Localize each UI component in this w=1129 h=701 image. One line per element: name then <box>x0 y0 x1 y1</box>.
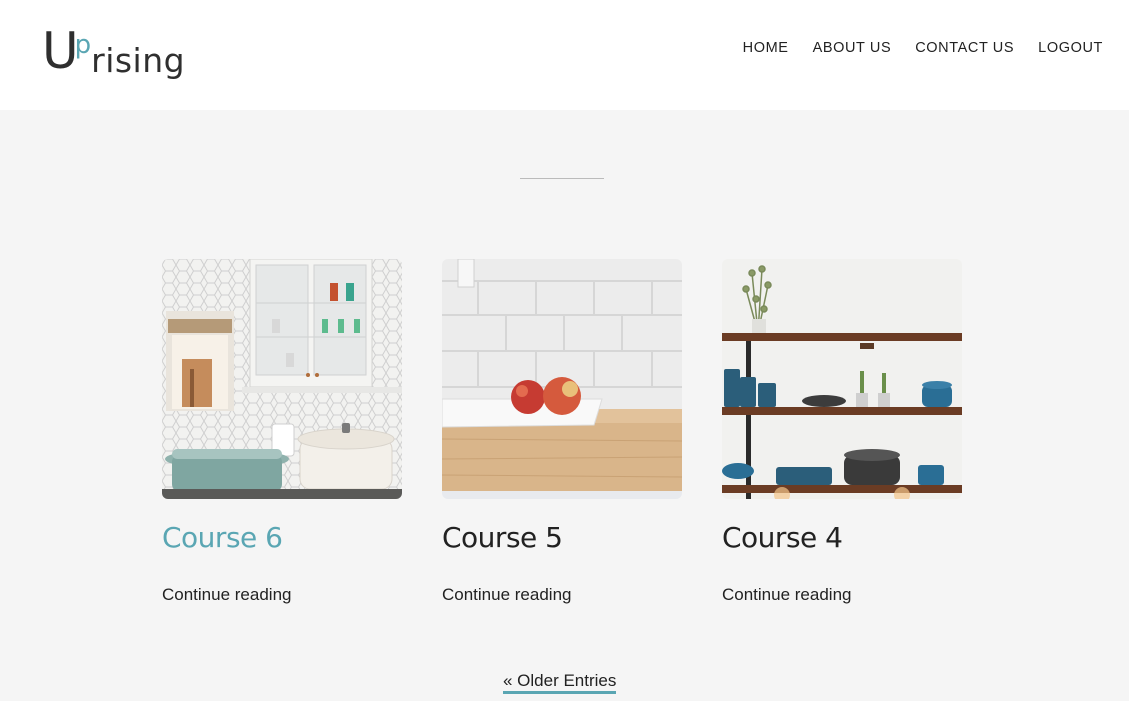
continue-reading-link[interactable]: Continue reading <box>722 585 962 605</box>
post-thumbnail-kitchen-pots[interactable] <box>162 259 402 499</box>
post-card: Course 6 Continue reading <box>162 259 402 605</box>
nav-home[interactable]: HOME <box>743 40 789 56</box>
logo-text: rising <box>91 41 186 80</box>
post-title[interactable]: Course 4 <box>722 521 962 555</box>
apples-image <box>442 259 682 499</box>
nav-about-us[interactable]: ABOUT US <box>813 40 892 56</box>
post-title[interactable]: Course 5 <box>442 521 682 555</box>
post-title[interactable]: Course 6 <box>162 521 402 555</box>
site-header: U p rising HOME ABOUT US CONTACT US LOGO… <box>0 0 1129 110</box>
logo-letter-u: U <box>42 22 79 80</box>
kitchen-pots-image <box>162 259 402 499</box>
continue-reading-link[interactable]: Continue reading <box>162 585 402 605</box>
nav-contact-us[interactable]: CONTACT US <box>915 40 1014 56</box>
site-logo[interactable]: U p rising <box>42 24 185 86</box>
post-thumbnail-apples[interactable] <box>442 259 682 499</box>
main-nav: HOME ABOUT US CONTACT US LOGOUT <box>743 40 1103 56</box>
older-entries-link[interactable]: « Older Entries <box>503 671 617 694</box>
post-thumbnail-shelves[interactable] <box>722 259 962 499</box>
logo-letter-p: p <box>74 30 92 60</box>
section-divider <box>520 178 604 179</box>
nav-logout[interactable]: LOGOUT <box>1038 40 1103 56</box>
kitchen-shelves-image <box>722 259 962 499</box>
post-card: Course 4 Continue reading <box>722 259 962 605</box>
post-card: Course 5 Continue reading <box>442 259 682 605</box>
continue-reading-link[interactable]: Continue reading <box>442 585 682 605</box>
